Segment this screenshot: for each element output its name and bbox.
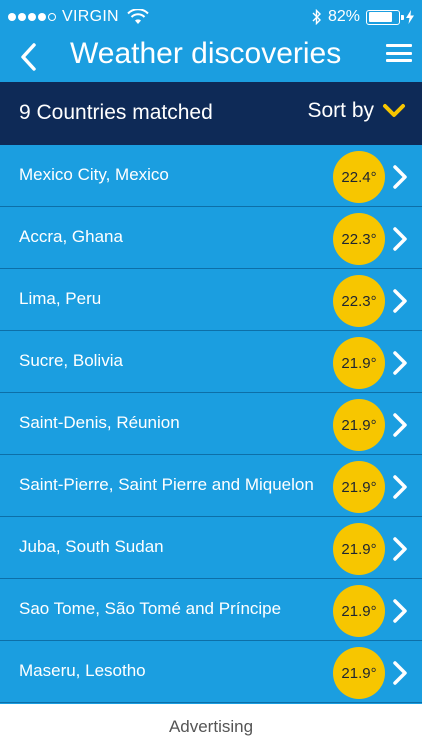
charging-icon <box>406 10 414 24</box>
temperature-badge: 21.9° <box>333 399 385 451</box>
chevron-right-icon <box>393 351 407 375</box>
chevron-left-icon <box>21 43 36 71</box>
chevron-right-icon <box>393 661 407 685</box>
temperature-badge: 21.9° <box>333 461 385 513</box>
list-item[interactable]: Mexico City, Mexico 22.4° <box>0 145 422 207</box>
app-screen: VIRGIN 82% Weather discoveries 9 Countri… <box>0 0 422 750</box>
place-name: Sucre, Bolivia <box>19 351 123 370</box>
list-item[interactable]: Accra, Ghana 22.3° <box>0 207 422 269</box>
temperature-badge: 21.9° <box>333 337 385 389</box>
results-list: Mexico City, Mexico 22.4° Accra, Ghana 2… <box>0 145 422 703</box>
sort-label: Sort by <box>307 99 374 122</box>
status-left: VIRGIN <box>8 8 149 26</box>
status-right: 82% <box>312 8 414 26</box>
chevron-right-icon <box>393 227 407 251</box>
back-button[interactable] <box>8 38 48 76</box>
chevron-right-icon <box>393 413 407 437</box>
place-name: Accra, Ghana <box>19 227 123 246</box>
list-item[interactable]: Maseru, Lesotho 21.9° <box>0 641 422 703</box>
list-item[interactable]: Sucre, Bolivia 21.9° <box>0 331 422 393</box>
hamburger-menu-icon <box>386 44 412 47</box>
signal-dot <box>28 13 36 21</box>
temperature-badge: 21.9° <box>333 647 385 699</box>
temperature-badge: 21.9° <box>333 523 385 575</box>
hamburger-menu-icon <box>386 59 412 62</box>
bluetooth-icon <box>312 9 321 25</box>
chevron-right-icon <box>393 537 407 561</box>
signal-dot <box>18 13 26 21</box>
menu-button[interactable] <box>386 42 412 64</box>
place-name: Lima, Peru <box>19 289 102 308</box>
signal-strength-icon <box>8 13 56 21</box>
advertising-label: Advertising <box>168 717 254 736</box>
list-item[interactable]: Saint-Pierre, Saint Pierre and Miquelon … <box>0 455 422 517</box>
chevron-right-icon <box>393 599 407 623</box>
list-item[interactable]: Juba, South Sudan 21.9° <box>0 517 422 579</box>
chevron-right-icon <box>393 165 407 189</box>
results-header: 9 Countries matched Sort by <box>0 82 422 145</box>
battery-icon <box>366 9 404 25</box>
list-item[interactable]: Saint-Denis, Réunion 21.9° <box>0 393 422 455</box>
wifi-icon <box>127 9 149 24</box>
chevron-down-icon <box>383 104 405 117</box>
hamburger-menu-icon <box>386 51 412 55</box>
status-bar: VIRGIN 82% <box>0 0 422 36</box>
temperature-badge: 22.3° <box>333 275 385 327</box>
chevron-right-icon <box>393 289 407 313</box>
list-item[interactable]: Lima, Peru 22.3° <box>0 269 422 331</box>
signal-dot-empty <box>48 13 56 21</box>
nav-bar: Weather discoveries <box>0 36 422 82</box>
signal-dot <box>8 13 16 21</box>
place-name: Mexico City, Mexico <box>19 165 169 184</box>
signal-dot <box>38 13 46 21</box>
advertising-banner[interactable]: Advertising <box>0 704 422 750</box>
carrier-name: VIRGIN <box>62 8 119 25</box>
list-item[interactable]: Sao Tome, São Tomé and Príncipe 21.9° <box>0 579 422 641</box>
battery-percent: 82% <box>327 8 360 25</box>
page-title: Weather discoveries <box>70 37 342 70</box>
temperature-badge: 22.3° <box>333 213 385 265</box>
place-name: Sao Tome, São Tomé and Príncipe <box>19 599 282 618</box>
place-name: Saint-Pierre, Saint Pierre and Miquelon <box>19 475 314 494</box>
results-count: 9 Countries matched <box>19 101 213 124</box>
place-name: Juba, South Sudan <box>19 537 164 556</box>
place-name: Saint-Denis, Réunion <box>19 413 180 432</box>
temperature-badge: 22.4° <box>333 151 385 203</box>
chevron-right-icon <box>393 475 407 499</box>
place-name: Maseru, Lesotho <box>19 661 146 680</box>
sort-button[interactable]: Sort by <box>307 99 406 123</box>
temperature-badge: 21.9° <box>333 585 385 637</box>
